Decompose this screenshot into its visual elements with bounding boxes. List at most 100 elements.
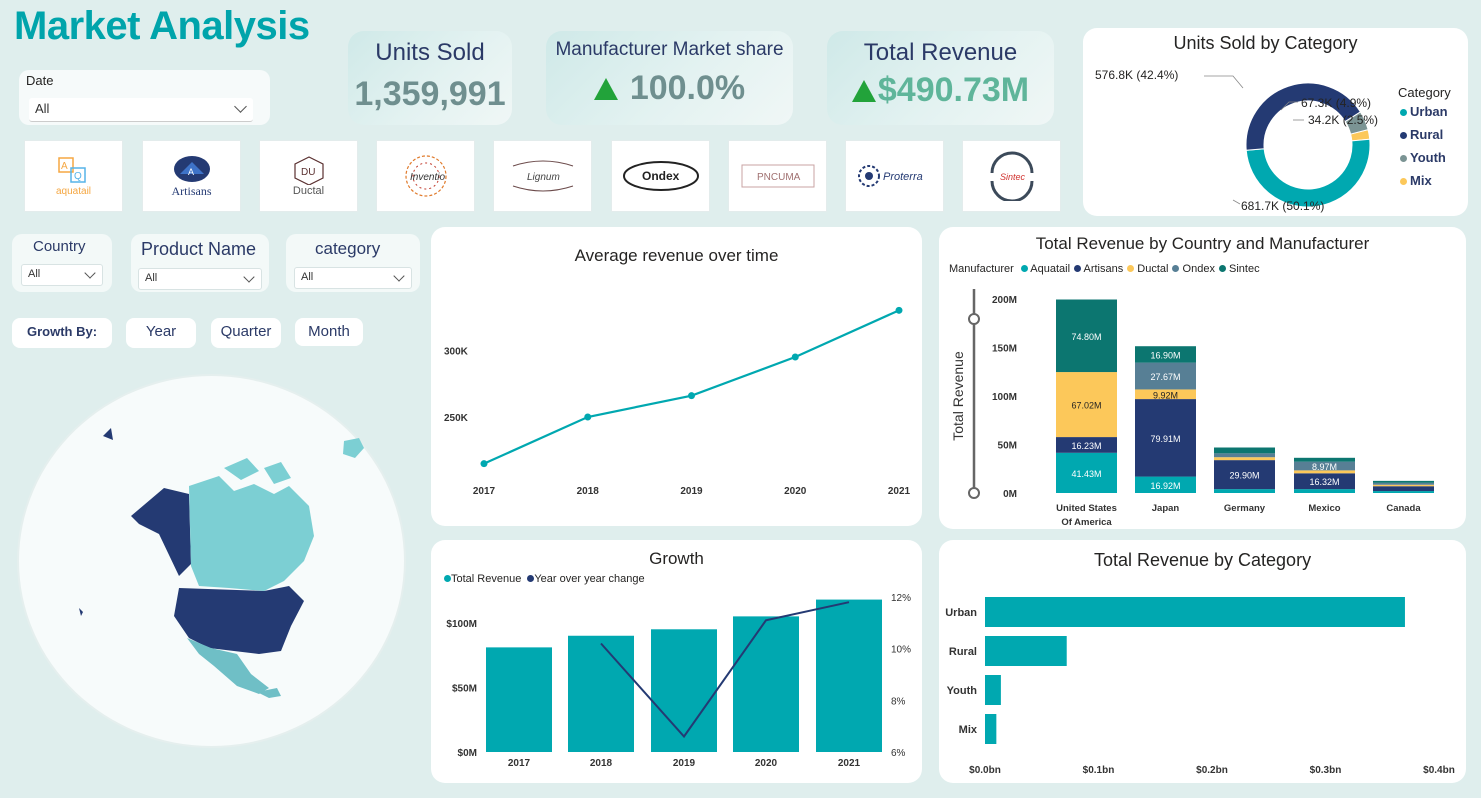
category-dropdown-value: All <box>301 271 314 283</box>
data-label: 74.80M <box>1071 332 1101 342</box>
bar-segment-ondex <box>1214 453 1275 458</box>
category-slicer: category All <box>286 234 420 292</box>
legend-item-youth[interactable]: Youth <box>1400 150 1446 165</box>
lignum-logo-icon: Lignum <box>512 160 573 192</box>
legend-item-mix[interactable]: Mix <box>1400 173 1432 188</box>
y-tick-label: $0M <box>458 748 477 759</box>
x-tick-label: 2021 <box>838 758 861 769</box>
svg-text:Lignum: Lignum <box>527 172 560 183</box>
donut-data-label: 576.8K (42.4%) <box>1095 68 1178 82</box>
country-dropdown[interactable]: All <box>21 264 103 286</box>
logo-artisans[interactable]: A Artisans <box>142 140 241 212</box>
country-manufacturer-stacked-bar[interactable]: Total Revenue 200M 150M 100M 50M 0M 41.43M 16.2… <box>939 227 1466 529</box>
donut-data-label: 681.7K (50.1%) <box>1241 199 1324 213</box>
x-tick-label: $0.1bn <box>1083 765 1115 776</box>
legend-item-urban[interactable]: Urban <box>1400 104 1448 119</box>
north-america-map <box>79 428 364 698</box>
logo-ductal-text: Ductal <box>292 185 325 197</box>
y2-tick-label: 10% <box>891 645 911 656</box>
y-axis-label: Total Revenue <box>950 351 966 441</box>
logo-ondex[interactable]: Ondex <box>611 140 710 212</box>
data-label: 27.67M <box>1150 372 1180 382</box>
country-slicer-label: Country <box>33 238 86 255</box>
legend-item-rural[interactable]: Rural <box>1400 127 1443 142</box>
y-tick-label: 300K <box>444 346 469 357</box>
ondex-logo-icon: Ondex <box>622 161 699 191</box>
data-label: 41.43M <box>1071 469 1101 479</box>
series-line-average-revenue <box>483 309 900 465</box>
growth-by-year-button[interactable]: Year <box>126 318 196 348</box>
product-name-dropdown[interactable]: All <box>138 268 262 290</box>
category-dropdown[interactable]: All <box>294 267 412 289</box>
svg-text:Inventio: Inventio <box>410 172 445 183</box>
revenue-by-category-card: Total Revenue by Category Urban Rural Yout… <box>939 540 1466 783</box>
bar-urban <box>985 597 1405 627</box>
kpi-total-revenue-label: Total Revenue <box>863 39 1018 66</box>
x-tick-label: 2019 <box>680 486 703 497</box>
x-tick-label: $0.4bn <box>1423 765 1455 776</box>
map-islands <box>79 428 113 616</box>
x-tick-label: 2017 <box>508 758 531 769</box>
growth-combo-chart[interactable]: $100M $50M $0M 12% 10% 8% 6% 2017 2018 2019 2020 20… <box>431 540 922 783</box>
bar-segment-sintec <box>1294 457 1355 462</box>
logo-sintec[interactable]: Sintec <box>962 140 1061 212</box>
bar-segment-aquatail <box>1294 489 1355 493</box>
svg-text:Ondex: Ondex <box>642 169 680 183</box>
logo-lignum[interactable]: Lignum <box>493 140 592 212</box>
data-label: 16.23M <box>1071 441 1101 451</box>
date-dropdown[interactable]: All <box>29 98 253 122</box>
kpi-market-share-value: 100.0% <box>629 69 746 107</box>
map-alaska <box>131 488 191 576</box>
legend-dot-icon <box>1400 109 1407 116</box>
chevron-down-icon <box>234 100 247 113</box>
y-tick-label: $100M <box>446 619 477 630</box>
bar-segment-ductal <box>1214 457 1275 461</box>
logo-artisans-text: Artisans <box>171 183 212 198</box>
y-tick-label: $50M <box>452 683 477 694</box>
data-label: 8.97M <box>1312 462 1337 472</box>
aquatail-logo-icon: AQ <box>57 156 86 183</box>
x-tick-label: Germany <box>1224 503 1266 514</box>
growth-by-quarter-button[interactable]: Quarter <box>211 318 281 348</box>
pncuma-logo-icon: PNCUMA <box>741 164 814 188</box>
logo-pncuma[interactable]: PNCUMA <box>728 140 827 212</box>
logo-ductal[interactable]: DU Ductal <box>259 140 358 212</box>
bar-segment-ondex <box>1373 482 1434 485</box>
x-tick-label: United States <box>1056 503 1117 514</box>
revenue-by-category-bar-chart[interactable]: Urban Rural Youth Mix $0.0bn $0.1bn $0.2bn $0.3… <box>939 540 1466 783</box>
logo-inventio[interactable]: Inventio <box>376 140 475 212</box>
country-dropdown-value: All <box>28 268 41 280</box>
bar-total-revenue <box>486 647 552 752</box>
svg-text:Sintec: Sintec <box>1000 172 1026 182</box>
page-title: Market Analysis <box>14 4 310 48</box>
legend-label: Urban <box>1410 104 1448 119</box>
product-name-slicer-label: Product Name <box>141 239 257 259</box>
kpi-units-sold: Units Sold 1,359,991 <box>348 31 512 125</box>
donut-data-label: 34.2K (2.5%) <box>1308 113 1378 127</box>
avg-revenue-line-chart[interactable]: 300K 250K 2017 2018 2019 2020 2021 <box>431 227 922 526</box>
logo-aquatail[interactable]: AQ aquatail <box>24 140 123 212</box>
avg-revenue-card: Average revenue over time 300K 250K 2017 20… <box>431 227 922 526</box>
y2-tick-label: 6% <box>891 748 906 759</box>
growth-by-month-button[interactable]: Month <box>295 318 363 346</box>
artisans-logo-icon: A <box>173 155 210 182</box>
bar-segment-sintec <box>1214 447 1275 454</box>
map-visual[interactable] <box>17 374 406 748</box>
leader-line <box>1232 199 1241 205</box>
bar-total-revenue <box>651 629 717 752</box>
y-tick-label: 150M <box>992 344 1017 355</box>
kpi-units-sold-value: 1,359,991 <box>354 75 506 113</box>
ductal-logo-icon: DU <box>293 156 324 185</box>
growth-by-label: Growth By: <box>12 318 112 348</box>
data-label: 16.90M <box>1150 350 1180 360</box>
sintec-logo-icon: Sintec <box>990 151 1033 201</box>
date-slicer-label: Date <box>26 73 54 88</box>
chevron-down-icon <box>84 267 96 279</box>
chevron-down-icon <box>243 271 255 283</box>
data-label: 9.92M <box>1153 390 1178 400</box>
map-greenland <box>343 438 364 458</box>
x-tick-label: Of America <box>1061 517 1112 528</box>
legend-label: Rural <box>1410 127 1444 142</box>
data-point <box>688 392 695 400</box>
logo-proterra[interactable]: Proterra <box>845 140 944 212</box>
